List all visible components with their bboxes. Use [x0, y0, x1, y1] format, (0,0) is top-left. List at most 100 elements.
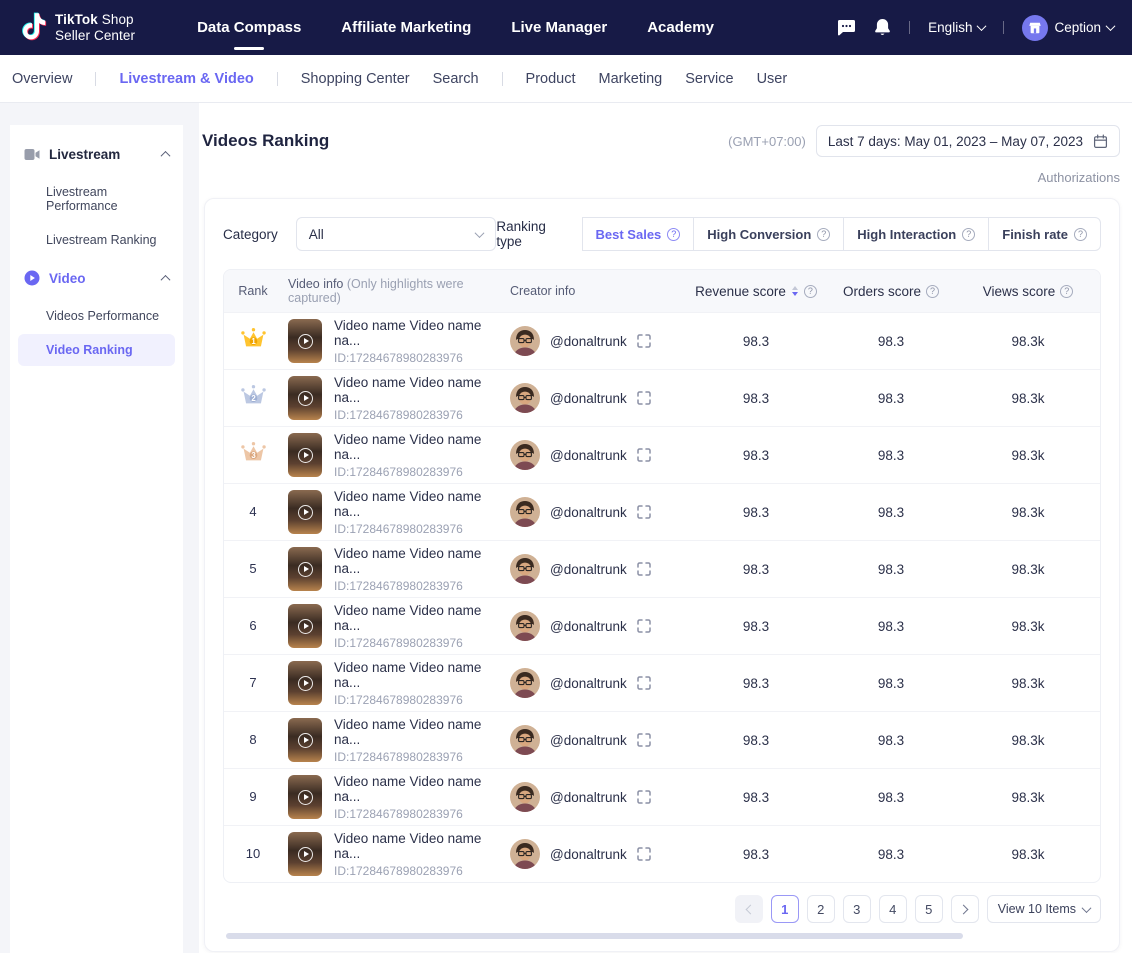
video-cell: Video name Video name na...ID:1728467898… — [282, 717, 504, 764]
play-icon — [298, 562, 313, 577]
subnav-item[interactable]: Shopping Center — [301, 71, 410, 87]
help-icon[interactable]: ? — [926, 285, 939, 298]
svg-text:1: 1 — [251, 337, 256, 346]
expand-icon[interactable] — [637, 505, 651, 519]
creator-handle[interactable]: @donaltrunk — [550, 619, 627, 634]
sidebar-item-videos-performance[interactable]: Videos Performance — [18, 300, 175, 332]
video-thumbnail[interactable] — [288, 832, 322, 876]
page-title: Videos Ranking — [202, 131, 329, 151]
sort-icon[interactable] — [792, 286, 798, 296]
video-name[interactable]: Video name Video name na... — [334, 546, 498, 576]
expand-icon[interactable] — [637, 733, 651, 747]
creator-handle[interactable]: @donaltrunk — [550, 790, 627, 805]
expand-icon[interactable] — [637, 562, 651, 576]
expand-icon[interactable] — [637, 334, 651, 348]
page-button-4[interactable]: 4 — [879, 895, 907, 923]
prev-page-button[interactable] — [735, 895, 763, 923]
video-name[interactable]: Video name Video name na... — [334, 831, 498, 861]
page-button-2[interactable]: 2 — [807, 895, 835, 923]
video-cell: Video name Video name na...ID:1728467898… — [282, 603, 504, 650]
help-icon[interactable]: ? — [962, 228, 975, 241]
bell-icon[interactable] — [874, 18, 891, 37]
sidebar-item-video-ranking[interactable]: Video Ranking — [18, 334, 175, 366]
sidebar-section-label: Livestream — [49, 147, 120, 162]
expand-icon[interactable] — [637, 676, 651, 690]
ranking-type-button[interactable]: Finish rate? — [988, 217, 1101, 251]
next-page-button[interactable] — [951, 895, 979, 923]
horizontal-scrollbar-thumb[interactable] — [226, 933, 963, 939]
expand-icon[interactable] — [637, 619, 651, 633]
creator-handle[interactable]: @donaltrunk — [550, 334, 627, 349]
top-nav-item[interactable]: Live Manager — [511, 13, 607, 42]
video-name[interactable]: Video name Video name na... — [334, 774, 498, 804]
expand-icon[interactable] — [637, 448, 651, 462]
chat-icon[interactable] — [837, 19, 856, 37]
sidebar-item-livestream-ranking[interactable]: Livestream Ranking — [18, 224, 175, 256]
expand-icon[interactable] — [637, 847, 651, 861]
video-name[interactable]: Video name Video name na... — [334, 375, 498, 405]
language-selector[interactable]: English — [928, 20, 985, 35]
authorizations-link[interactable]: Authorizations — [1038, 170, 1120, 185]
divider — [1003, 21, 1004, 34]
video-thumbnail[interactable] — [288, 775, 322, 819]
account-menu[interactable]: Ception — [1022, 15, 1114, 41]
video-name[interactable]: Video name Video name na... — [334, 603, 498, 633]
creator-handle[interactable]: @donaltrunk — [550, 448, 627, 463]
creator-cell: @donaltrunk — [504, 782, 686, 812]
top-nav-item[interactable]: Academy — [647, 13, 714, 42]
video-name[interactable]: Video name Video name na... — [334, 432, 498, 462]
help-icon[interactable]: ? — [817, 228, 830, 241]
ranking-type-button[interactable]: High Interaction? — [843, 217, 989, 251]
video-name[interactable]: Video name Video name na... — [334, 717, 498, 747]
subnav-item[interactable]: Livestream & Video — [119, 71, 253, 87]
creator-handle[interactable]: @donaltrunk — [550, 676, 627, 691]
subnav-item[interactable]: User — [757, 71, 788, 87]
video-thumbnail[interactable] — [288, 433, 322, 477]
date-range-picker[interactable]: Last 7 days: May 01, 2023 – May 07, 2023 — [816, 125, 1120, 157]
page-size-select[interactable]: View 10 Items — [987, 895, 1101, 923]
video-thumbnail[interactable] — [288, 604, 322, 648]
top-nav-item[interactable]: Affiliate Marketing — [341, 13, 471, 42]
pagination: 12345 View 10 Items — [223, 895, 1101, 923]
help-icon[interactable]: ? — [1074, 228, 1087, 241]
page-button-5[interactable]: 5 — [915, 895, 943, 923]
expand-icon[interactable] — [637, 391, 651, 405]
video-name[interactable]: Video name Video name na... — [334, 489, 498, 519]
tiktok-shop-logo[interactable]: TikTok Shop Seller Center — [18, 11, 135, 45]
category-select[interactable]: All — [296, 217, 497, 251]
expand-icon[interactable] — [637, 790, 651, 804]
video-thumbnail[interactable] — [288, 661, 322, 705]
ranking-type-button[interactable]: Best Sales? — [582, 217, 695, 251]
creator-avatar — [510, 668, 540, 698]
sidebar-section-video[interactable]: Video — [10, 258, 183, 298]
sidebar-section-livestream[interactable]: Livestream — [10, 135, 183, 174]
creator-handle[interactable]: @donaltrunk — [550, 733, 627, 748]
video-thumbnail[interactable] — [288, 376, 322, 420]
subnav-item[interactable]: Marketing — [599, 71, 663, 87]
table-row: 4Video name Video name na...ID:172846789… — [224, 483, 1100, 540]
video-thumbnail[interactable] — [288, 547, 322, 591]
creator-handle[interactable]: @donaltrunk — [550, 847, 627, 862]
help-icon[interactable]: ? — [804, 285, 817, 298]
creator-handle[interactable]: @donaltrunk — [550, 505, 627, 520]
video-thumbnail[interactable] — [288, 490, 322, 534]
sidebar-item-livestream-performance[interactable]: Livestream Performance — [18, 176, 175, 222]
subnav-item[interactable]: Overview — [12, 71, 72, 87]
subnav-item[interactable]: Product — [526, 71, 576, 87]
help-icon[interactable]: ? — [1060, 285, 1073, 298]
subnav-item[interactable]: Service — [685, 71, 733, 87]
page-button-3[interactable]: 3 — [843, 895, 871, 923]
video-thumbnail[interactable] — [288, 319, 322, 363]
video-thumbnail[interactable] — [288, 718, 322, 762]
video-name[interactable]: Video name Video name na... — [334, 660, 498, 690]
creator-handle[interactable]: @donaltrunk — [550, 562, 627, 577]
video-name[interactable]: Video name Video name na... — [334, 318, 498, 348]
subnav-item[interactable]: Search — [433, 71, 479, 87]
creator-handle[interactable]: @donaltrunk — [550, 391, 627, 406]
play-icon — [298, 334, 313, 349]
views-score-cell: 98.3k — [956, 562, 1100, 577]
page-button-1[interactable]: 1 — [771, 895, 799, 923]
help-icon[interactable]: ? — [667, 228, 680, 241]
top-nav-item[interactable]: Data Compass — [197, 13, 301, 42]
ranking-type-button[interactable]: High Conversion? — [693, 217, 844, 251]
